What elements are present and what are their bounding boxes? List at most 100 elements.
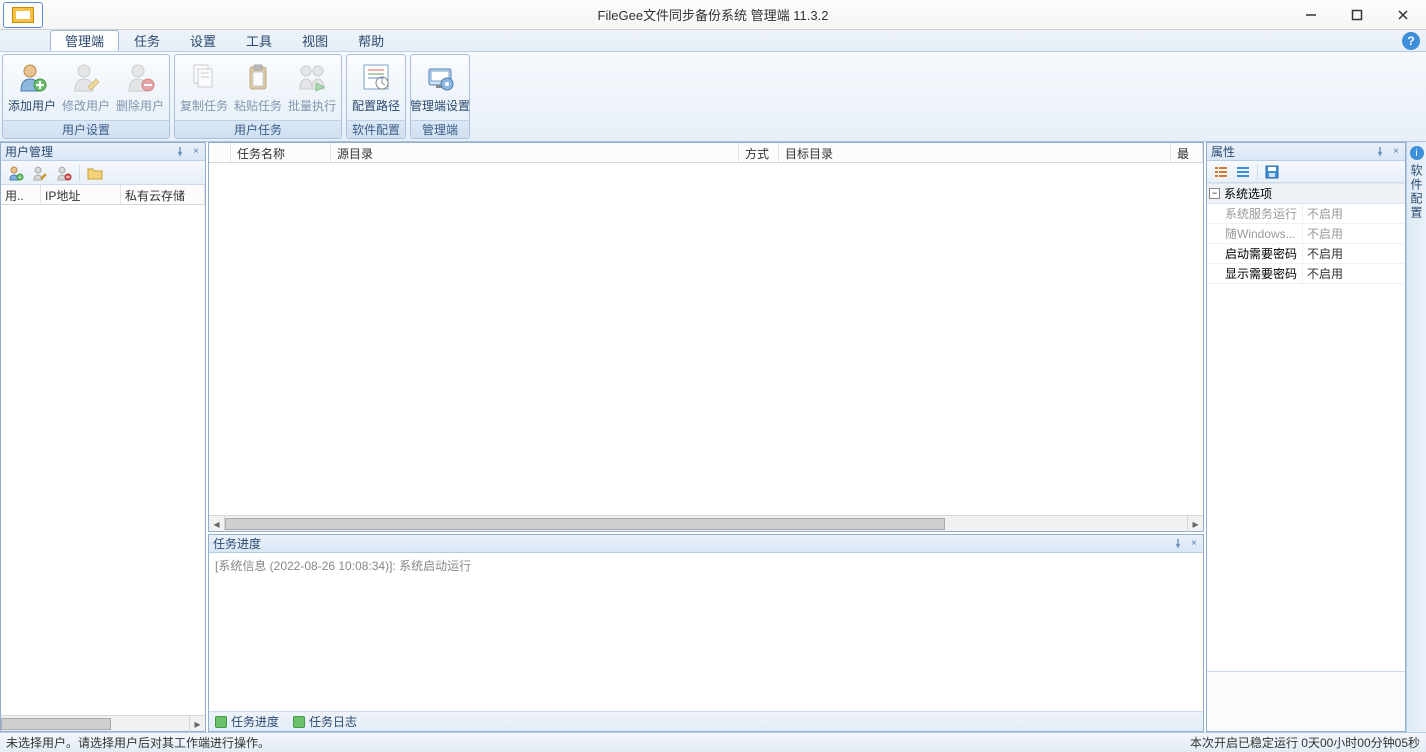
folder-icon[interactable] xyxy=(86,164,104,182)
ribbon-btn-label: 粘贴任务 xyxy=(234,97,282,114)
tab-task-progress[interactable]: 任务进度 xyxy=(215,713,279,730)
status-bar: 未选择用户。请选择用户后对其工作端进行操作。 本次开启已稳定运行 0天00小时0… xyxy=(0,732,1426,752)
side-tab-software-config[interactable]: i 软件配置 xyxy=(1406,142,1426,732)
tab-task-log[interactable]: 任务日志 xyxy=(293,713,357,730)
user-col-storage[interactable]: 私有云存储 xyxy=(121,185,205,204)
ribbon-group-title: 管理端 xyxy=(411,120,469,138)
ribbon-group-3: 管理端设置管理端 xyxy=(410,54,470,139)
user-list-hscroll[interactable]: ▸ xyxy=(1,715,205,731)
title-bar: FileGee文件同步备份系统 管理端 11.3.2 xyxy=(0,0,1426,30)
property-value: 不启用 xyxy=(1303,204,1405,223)
user-toolbar: + xyxy=(1,161,205,185)
ribbon-btn-batch-run: 批量执行 xyxy=(285,59,339,116)
user-management-panel: 用户管理 × + 用.. IP地址 私有云存储 ▸ xyxy=(0,142,206,732)
panel-close-icon[interactable]: × xyxy=(189,144,203,158)
ribbon-btn-copy: 复制任务 xyxy=(177,59,231,116)
maximize-button[interactable] xyxy=(1334,0,1380,30)
task-list-header: 任务名称 源目录 方式 目标目录 最 xyxy=(209,143,1203,163)
user-add-icon xyxy=(16,61,48,93)
property-row[interactable]: 启动需要密码不启用 xyxy=(1207,244,1405,264)
ribbon-group-title: 用户设置 xyxy=(3,120,169,138)
ribbon-btn-mgmt-settings[interactable]: 管理端设置 xyxy=(413,59,467,116)
mgmt-settings-icon xyxy=(424,61,456,93)
property-key: 系统服务运行 xyxy=(1207,204,1303,223)
close-button[interactable] xyxy=(1380,0,1426,30)
ribbon-btn-paste: 粘贴任务 xyxy=(231,59,285,116)
task-col-name[interactable]: 任务名称 xyxy=(231,143,331,162)
property-value[interactable]: 不启用 xyxy=(1303,244,1405,263)
ribbon-btn-label: 配置路径 xyxy=(352,97,400,114)
window-title: FileGee文件同步备份系统 管理端 11.3.2 xyxy=(0,5,1426,24)
property-key: 显示需要密码 xyxy=(1207,264,1303,283)
collapse-icon[interactable]: − xyxy=(1209,188,1220,199)
config-path-icon xyxy=(360,61,392,93)
user-edit-icon xyxy=(70,61,102,93)
task-list-body xyxy=(209,163,1203,515)
ribbon-group-1: 复制任务粘贴任务批量执行用户任务 xyxy=(174,54,342,139)
property-row[interactable]: 显示需要密码不启用 xyxy=(1207,264,1405,284)
ribbon-btn-user-delete: 删除用户 xyxy=(113,59,167,116)
task-list-hscroll[interactable]: ◂▸ xyxy=(209,515,1203,531)
task-col-last[interactable]: 最 xyxy=(1171,143,1203,162)
menu-tab-5[interactable]: 帮助 xyxy=(343,30,399,51)
panel-pin-icon[interactable] xyxy=(173,144,187,158)
ribbon-group-title: 软件配置 xyxy=(347,120,405,138)
ribbon: 添加用户修改用户删除用户用户设置复制任务粘贴任务批量执行用户任务配置路径软件配置… xyxy=(0,52,1426,142)
property-value[interactable]: 不启用 xyxy=(1303,264,1405,283)
user-add-icon[interactable]: + xyxy=(7,164,25,182)
status-left: 未选择用户。请选择用户后对其工作端进行操作。 xyxy=(6,734,270,751)
minimize-button[interactable] xyxy=(1288,0,1334,30)
panel-pin-icon[interactable] xyxy=(1171,536,1185,550)
property-key: 启动需要密码 xyxy=(1207,244,1303,263)
properties-title: 属性 xyxy=(1211,143,1235,160)
ribbon-btn-config-path[interactable]: 配置路径 xyxy=(349,59,403,116)
user-management-title: 用户管理 xyxy=(5,143,53,160)
menu-tab-4[interactable]: 视图 xyxy=(287,30,343,51)
categorized-icon[interactable] xyxy=(1213,164,1229,180)
progress-tab-bar: 任务进度 任务日志 xyxy=(209,711,1203,731)
svg-text:+: + xyxy=(19,175,22,181)
user-edit-icon[interactable] xyxy=(31,164,49,182)
panel-close-icon[interactable]: × xyxy=(1187,536,1201,550)
help-icon[interactable]: ? xyxy=(1402,32,1420,50)
ribbon-btn-label: 批量执行 xyxy=(288,97,336,114)
task-list-panel: 任务名称 源目录 方式 目标目录 最 ◂▸ xyxy=(208,142,1204,532)
ribbon-btn-user-edit: 修改用户 xyxy=(59,59,113,116)
task-col-source[interactable]: 源目录 xyxy=(331,143,739,162)
menu-tab-1[interactable]: 任务 xyxy=(119,30,175,51)
menu-tab-row: 管理端任务设置工具视图帮助 ? xyxy=(0,30,1426,52)
task-progress-title: 任务进度 xyxy=(213,535,261,552)
properties-toolbar xyxy=(1207,161,1405,183)
menu-tab-3[interactable]: 工具 xyxy=(231,30,287,51)
property-row: 随Windows...不启用 xyxy=(1207,224,1405,244)
copy-icon xyxy=(188,61,220,93)
app-menu-icon[interactable] xyxy=(3,2,43,28)
ribbon-group-2: 配置路径软件配置 xyxy=(346,54,406,139)
log-line: [系统信息 (2022-08-26 10:08:34)]: 系统启动运行 xyxy=(215,559,471,573)
user-list-body xyxy=(1,205,205,715)
task-col-mode[interactable]: 方式 xyxy=(739,143,779,162)
ribbon-group-title: 用户任务 xyxy=(175,120,341,138)
ribbon-btn-label: 管理端设置 xyxy=(410,97,470,114)
paste-icon xyxy=(242,61,274,93)
user-list-header: 用.. IP地址 私有云存储 xyxy=(1,185,205,205)
save-icon[interactable] xyxy=(1264,164,1280,180)
menu-tab-2[interactable]: 设置 xyxy=(175,30,231,51)
property-key: 随Windows... xyxy=(1207,224,1303,243)
user-delete-icon[interactable] xyxy=(55,164,73,182)
user-col-ip[interactable]: IP地址 xyxy=(41,185,121,204)
properties-category[interactable]: − 系统选项 xyxy=(1207,183,1405,204)
ribbon-btn-user-add[interactable]: 添加用户 xyxy=(5,59,59,116)
property-row: 系统服务运行不启用 xyxy=(1207,204,1405,224)
panel-pin-icon[interactable] xyxy=(1373,144,1387,158)
task-progress-panel: 任务进度 × [系统信息 (2022-08-26 10:08:34)]: 系统启… xyxy=(208,534,1204,732)
user-col-name[interactable]: 用.. xyxy=(1,185,41,204)
panel-close-icon[interactable]: × xyxy=(1389,144,1403,158)
alphabetical-icon[interactable] xyxy=(1235,164,1251,180)
menu-tab-0[interactable]: 管理端 xyxy=(50,30,119,51)
info-icon: i xyxy=(1410,146,1424,160)
property-value: 不启用 xyxy=(1303,224,1405,243)
status-right: 本次开启已稳定运行 0天00小时00分钟05秒 xyxy=(1190,734,1420,751)
task-col-target[interactable]: 目标目录 xyxy=(779,143,1171,162)
properties-panel: 属性 × − 系统选项 系统服务运行不启用随Windows...不启用启动需要密… xyxy=(1206,142,1406,732)
